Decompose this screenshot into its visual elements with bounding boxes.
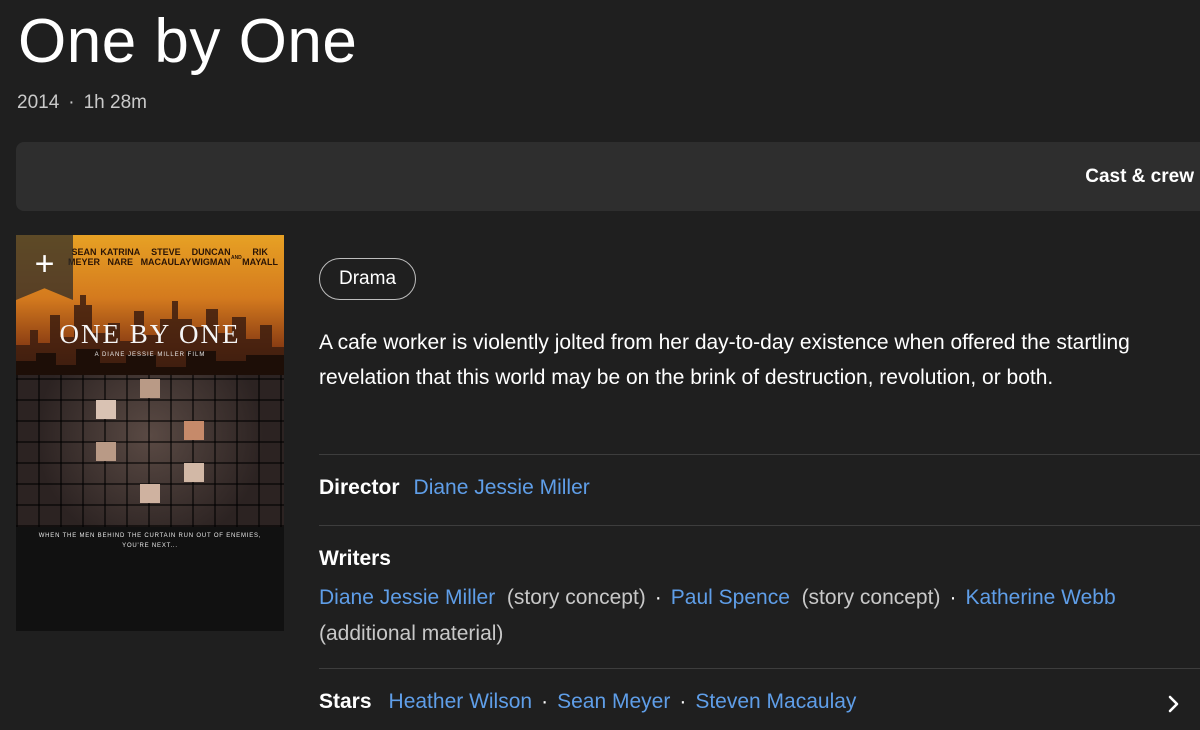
stars-label: Stars [319, 690, 372, 713]
star-link[interactable]: Steven Macaulay [695, 690, 856, 713]
star-link[interactable]: Heather Wilson [389, 690, 533, 713]
divider [319, 525, 1200, 526]
poster-face [140, 484, 160, 503]
star-separator: · [679, 690, 687, 713]
writer-separator: · [949, 586, 957, 609]
poster-face [140, 379, 160, 398]
release-year[interactable]: 2014 [17, 92, 59, 113]
poster-face [96, 400, 116, 419]
runtime: 1h 28m [83, 92, 147, 113]
poster-subtitle: A DIANE JESSIE MILLER FILM [94, 352, 206, 358]
poster-face [184, 463, 204, 482]
writers-label: Writers [319, 547, 391, 570]
writers-row: Diane Jessie Miller (story concept) · Paul… [319, 580, 1194, 652]
divider [319, 668, 1200, 669]
billing-name: RIK MAYALL [242, 247, 278, 267]
title-meta: 2014 · 1h 28m [17, 92, 147, 114]
star-link[interactable]: Sean Meyer [557, 690, 670, 713]
section-tab-bar: Cast & crew [16, 142, 1200, 211]
poster[interactable]: SEAN MEYER KATRINA NARE STEVE MACAULAY DUNC… [16, 235, 284, 631]
genre-chip[interactable]: Drama [319, 258, 417, 300]
billing-name: DUNCAN WIGMAN [191, 247, 231, 267]
billing-name: AND [230, 255, 242, 261]
poster-face-grid [16, 375, 284, 527]
cast-crew-link[interactable]: Cast & crew [1085, 166, 1194, 188]
billing-name: KATRINA NARE [100, 247, 141, 267]
writer-role: (additional material) [319, 622, 504, 645]
director-link[interactable]: Diane Jessie Miller [414, 476, 590, 499]
meta-separator: · [68, 92, 75, 113]
page-title: One by One [18, 7, 358, 76]
poster-face [96, 442, 116, 461]
writer-link[interactable]: Diane Jessie Miller [319, 586, 495, 609]
poster-face [184, 421, 204, 440]
star-separator: · [541, 690, 549, 713]
writer-role: (story concept) [801, 586, 941, 609]
divider [319, 454, 1200, 455]
poster-tagline: WHEN THE MEN BEHIND THE CURTAIN RUN OUT … [38, 533, 262, 549]
chevron-right-icon[interactable] [1164, 694, 1184, 714]
stars-row: Stars Heather Wilson · Sean Meyer · Steven Ma… [319, 690, 856, 714]
director-row: Director Diane Jessie Miller [319, 476, 590, 500]
plot-summary: A cafe worker is violently jolted from h… [319, 331, 1130, 389]
writer-role: (story concept) [506, 586, 646, 609]
writer-link[interactable]: Katherine Webb [965, 586, 1115, 609]
poster-billing: SEAN MEYER KATRINA NARE STEVE MACAULAY DUNC… [68, 247, 278, 267]
director-label: Director [319, 476, 400, 499]
writer-link[interactable]: Paul Spence [671, 586, 790, 609]
writer-separator: · [654, 586, 662, 609]
billing-name: STEVE MACAULAY [140, 247, 192, 267]
poster-title: ONE BY ONE [59, 319, 241, 349]
